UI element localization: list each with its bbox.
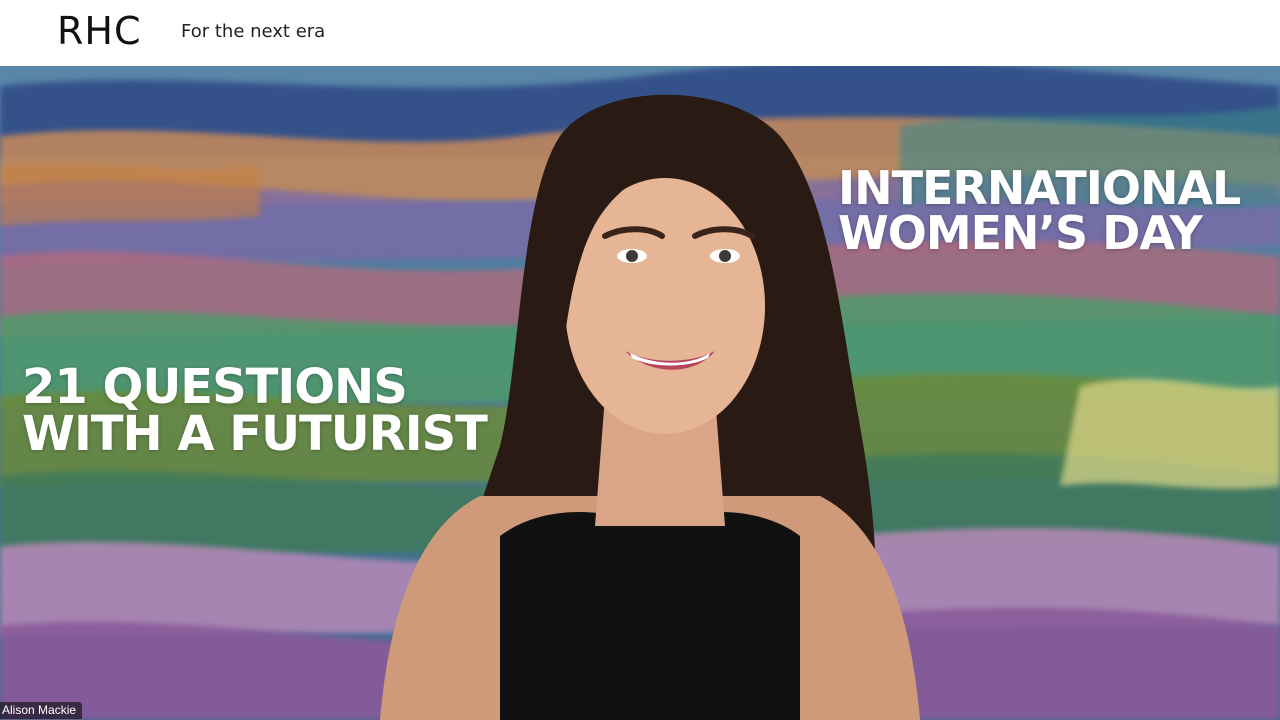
headline-left-line2: WITH A FUTURIST: [22, 406, 488, 463]
headline-international-womens-day: INTERNATIONAL WOMEN’S DAY: [838, 161, 1241, 261]
headline-right-line2: WOMEN’S DAY: [838, 206, 1203, 261]
top-bar: RHC For the next era: [0, 0, 1280, 66]
tagline: For the next era: [181, 21, 326, 42]
headline-right-line1: INTERNATIONAL: [838, 161, 1241, 215]
participant-name-tag: Alison Mackie: [0, 702, 83, 719]
headline-21-questions: 21 QUESTIONS WITH A FUTURIST: [22, 359, 488, 463]
logo[interactable]: RHC: [57, 9, 142, 53]
video-frame: INTERNATIONAL WOMEN’S DAY 21 QUESTIONS W…: [0, 66, 1280, 720]
headline-left-line1: 21 QUESTIONS: [22, 359, 408, 415]
